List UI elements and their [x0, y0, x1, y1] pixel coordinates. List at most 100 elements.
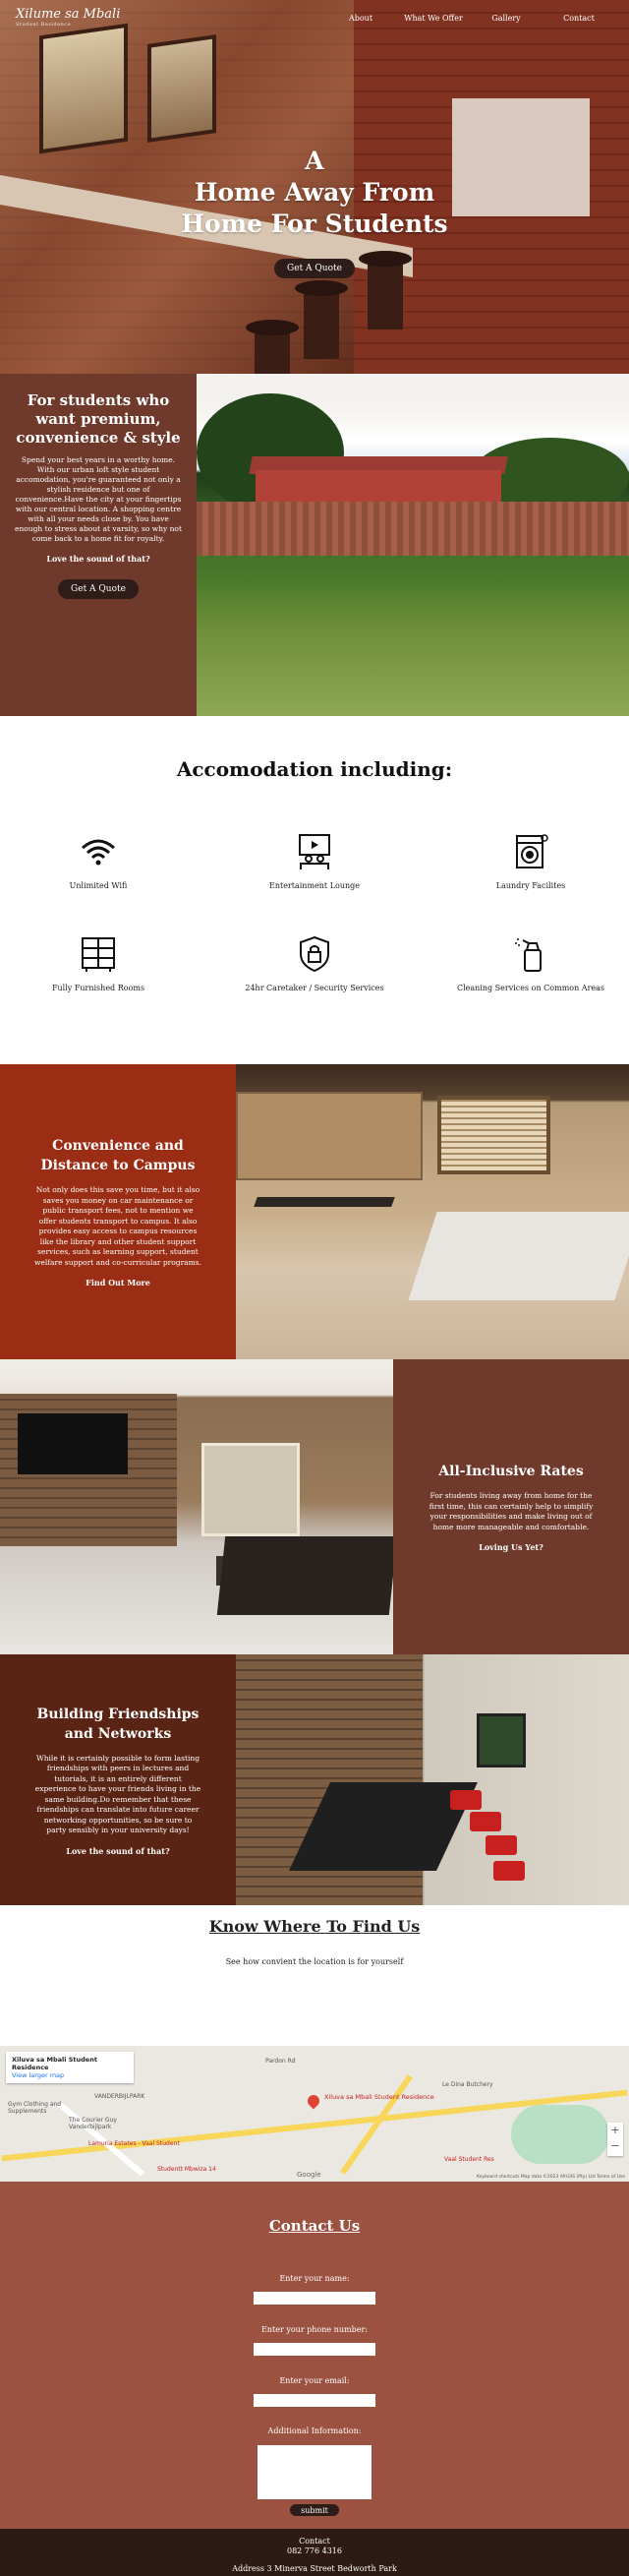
hero-title-line: Home For Students	[181, 210, 448, 238]
premium-text-panel: For students who want premium, convenien…	[0, 374, 197, 716]
security-shield-icon	[295, 934, 334, 974]
friendships-heading: Building Friendships and Networks	[36, 1706, 200, 1742]
hero-title-line: A	[305, 147, 324, 175]
accommodation-section: Accomodation including: Unlimited Wifi E…	[0, 716, 629, 1064]
feature-furnished: Fully Furnished Rooms	[0, 934, 197, 992]
map-place-card: Xiluva sa Mbali Student Residence View l…	[6, 2052, 134, 2083]
map-pin-label: Xiluva sa Mbali Student Residence	[324, 2093, 434, 2101]
bar-stool-leg-decor	[304, 290, 339, 359]
contact-heading: Contact Us	[268, 2217, 361, 2235]
hero-window-decor	[39, 23, 128, 154]
map-label: VANDERBIJLPARK	[94, 2093, 145, 2100]
washing-machine-icon	[511, 832, 550, 871]
map-label: Vaal Student Res	[444, 2156, 494, 2163]
contact-section: Contact Us Enter your name: Enter your p…	[0, 2182, 629, 2529]
footer: Contact 082 776 4316 Address 3 Minerva S…	[0, 2529, 629, 2576]
hero-get-quote-button[interactable]: Get A Quote	[274, 259, 355, 278]
submit-button[interactable]: submit	[290, 2504, 339, 2516]
feature-label: Fully Furnished Rooms	[51, 984, 145, 992]
map-attribution: Keyboard shortcuts Map data ©2023 AfriGI…	[476, 2175, 625, 2180]
main-nav: About What We Offer Gallery Contact	[324, 14, 615, 23]
rates-section: All-Inclusive Rates For students living …	[0, 1359, 629, 1654]
phone-label: Enter your phone number:	[261, 2325, 368, 2334]
map-label: Pardon Rd	[265, 2058, 296, 2065]
tv-lounge-icon	[295, 832, 334, 871]
nav-what-we-offer[interactable]: What We Offer	[397, 14, 470, 23]
premium-heading: For students who want premium, convenien…	[16, 391, 181, 447]
nav-contact[interactable]: Contact	[543, 14, 615, 23]
friendships-text-panel: Building Friendships and Networks While …	[0, 1654, 236, 1905]
sofa-decor	[216, 1536, 393, 1615]
convenience-body: Not only does this save you time, but it…	[33, 1185, 201, 1267]
friendships-love-link[interactable]: Love the sound of that?	[33, 1846, 202, 1856]
zoom-in-button[interactable]: +	[607, 2123, 623, 2138]
loving-us-yet-link[interactable]: Loving Us Yet?	[427, 1542, 596, 1552]
rates-heading: All-Inclusive Rates	[438, 1464, 584, 1479]
spray-bottle-icon	[511, 934, 550, 974]
fence-decor	[197, 502, 629, 556]
feature-label: Entertainment Lounge	[269, 881, 360, 890]
window-decor	[477, 1713, 526, 1767]
zoom-out-button[interactable]: −	[607, 2138, 623, 2154]
footer-title: Contact	[299, 2537, 330, 2546]
residence-exterior-photo	[197, 374, 629, 716]
cupboard-decor	[236, 1092, 423, 1180]
logo-text: Xilume sa Mbali	[16, 7, 121, 22]
map-label: Studentt Mbwiza 14	[157, 2166, 216, 2173]
bed-decor	[408, 1212, 629, 1300]
convenience-section: Convenience and Distance to Campus Not o…	[0, 1064, 629, 1359]
footer-phone: 082 776 4316	[287, 2546, 342, 2555]
bar-stool-leg-decor	[255, 329, 290, 374]
convenience-text-panel: Convenience and Distance to Campus Not o…	[0, 1064, 236, 1359]
friendships-section: Building Friendships and Networks While …	[0, 1654, 629, 1905]
television-decor	[18, 1413, 128, 1474]
find-us-section: Know Where To Find Us See how convient t…	[0, 1905, 629, 2046]
name-field[interactable]	[254, 2292, 375, 2305]
red-chair-decor	[470, 1812, 501, 1831]
premium-section: For students who want premium, convenien…	[0, 374, 629, 716]
phone-field[interactable]	[254, 2343, 375, 2356]
site-logo[interactable]: Xilume sa Mbali Student Residence	[16, 8, 120, 28]
email-label: Enter your email:	[279, 2376, 350, 2385]
study-room-photo	[236, 1654, 629, 1905]
google-logo: Google	[297, 2171, 321, 2179]
map-zoom-control: + −	[607, 2123, 623, 2156]
feature-label: 24hr Caretaker / Security Services	[245, 984, 384, 992]
map-card-title: Xiluva sa Mbali Student Residence	[12, 2056, 97, 2071]
premium-get-quote-button[interactable]: Get A Quote	[58, 579, 139, 599]
find-us-subtitle: See how convient the location is for you…	[225, 1957, 404, 1966]
top-navigation-bar: Xilume sa Mbali Student Residence About …	[0, 0, 629, 35]
find-out-more-link[interactable]: Find Out More	[33, 1278, 202, 1288]
desk-decor	[254, 1197, 395, 1207]
doorway-decor	[201, 1443, 300, 1536]
nav-gallery[interactable]: Gallery	[470, 14, 543, 23]
feature-label: Laundry Facilites	[495, 881, 566, 890]
view-larger-map-link[interactable]: View larger map	[12, 2071, 64, 2079]
name-label: Enter your name:	[279, 2274, 350, 2283]
map-label: Lamuria Estates - Vaal Student	[88, 2140, 180, 2147]
hero-section: A Home Away From Home For Students Get A…	[0, 0, 629, 374]
bar-stool-decor	[295, 280, 348, 296]
map-label: The Courier Guy Vanderbijlpark	[69, 2117, 117, 2130]
email-field[interactable]	[254, 2394, 375, 2407]
red-chair-decor	[450, 1790, 482, 1810]
map-location-pin-icon[interactable]	[305, 2092, 322, 2110]
additional-info-label: Additional Information:	[267, 2426, 362, 2435]
rates-text-panel: All-Inclusive Rates For students living …	[393, 1359, 629, 1654]
friendships-body: While it is certainly possible to form l…	[34, 1753, 201, 1835]
accommodation-heading: Accomodation including:	[176, 757, 453, 781]
hero-title-line: Home Away From	[194, 178, 435, 207]
bar-stool-decor	[246, 320, 299, 335]
lounge-photo	[0, 1359, 393, 1654]
find-us-heading: Know Where To Find Us	[208, 1917, 421, 1936]
red-chair-decor	[493, 1861, 525, 1881]
embedded-map[interactable]: Xiluva sa Mbali Student Residence View l…	[0, 2046, 629, 2182]
additional-info-field[interactable]	[257, 2445, 372, 2499]
wifi-icon	[79, 832, 118, 871]
bedroom-photo	[236, 1064, 629, 1359]
cabinet-icon	[79, 934, 118, 974]
logo-subtitle: Student Residence	[16, 22, 72, 28]
nav-about[interactable]: About	[324, 14, 397, 23]
feature-laundry: Laundry Facilites	[432, 832, 629, 890]
feature-security: 24hr Caretaker / Security Services	[216, 934, 413, 992]
